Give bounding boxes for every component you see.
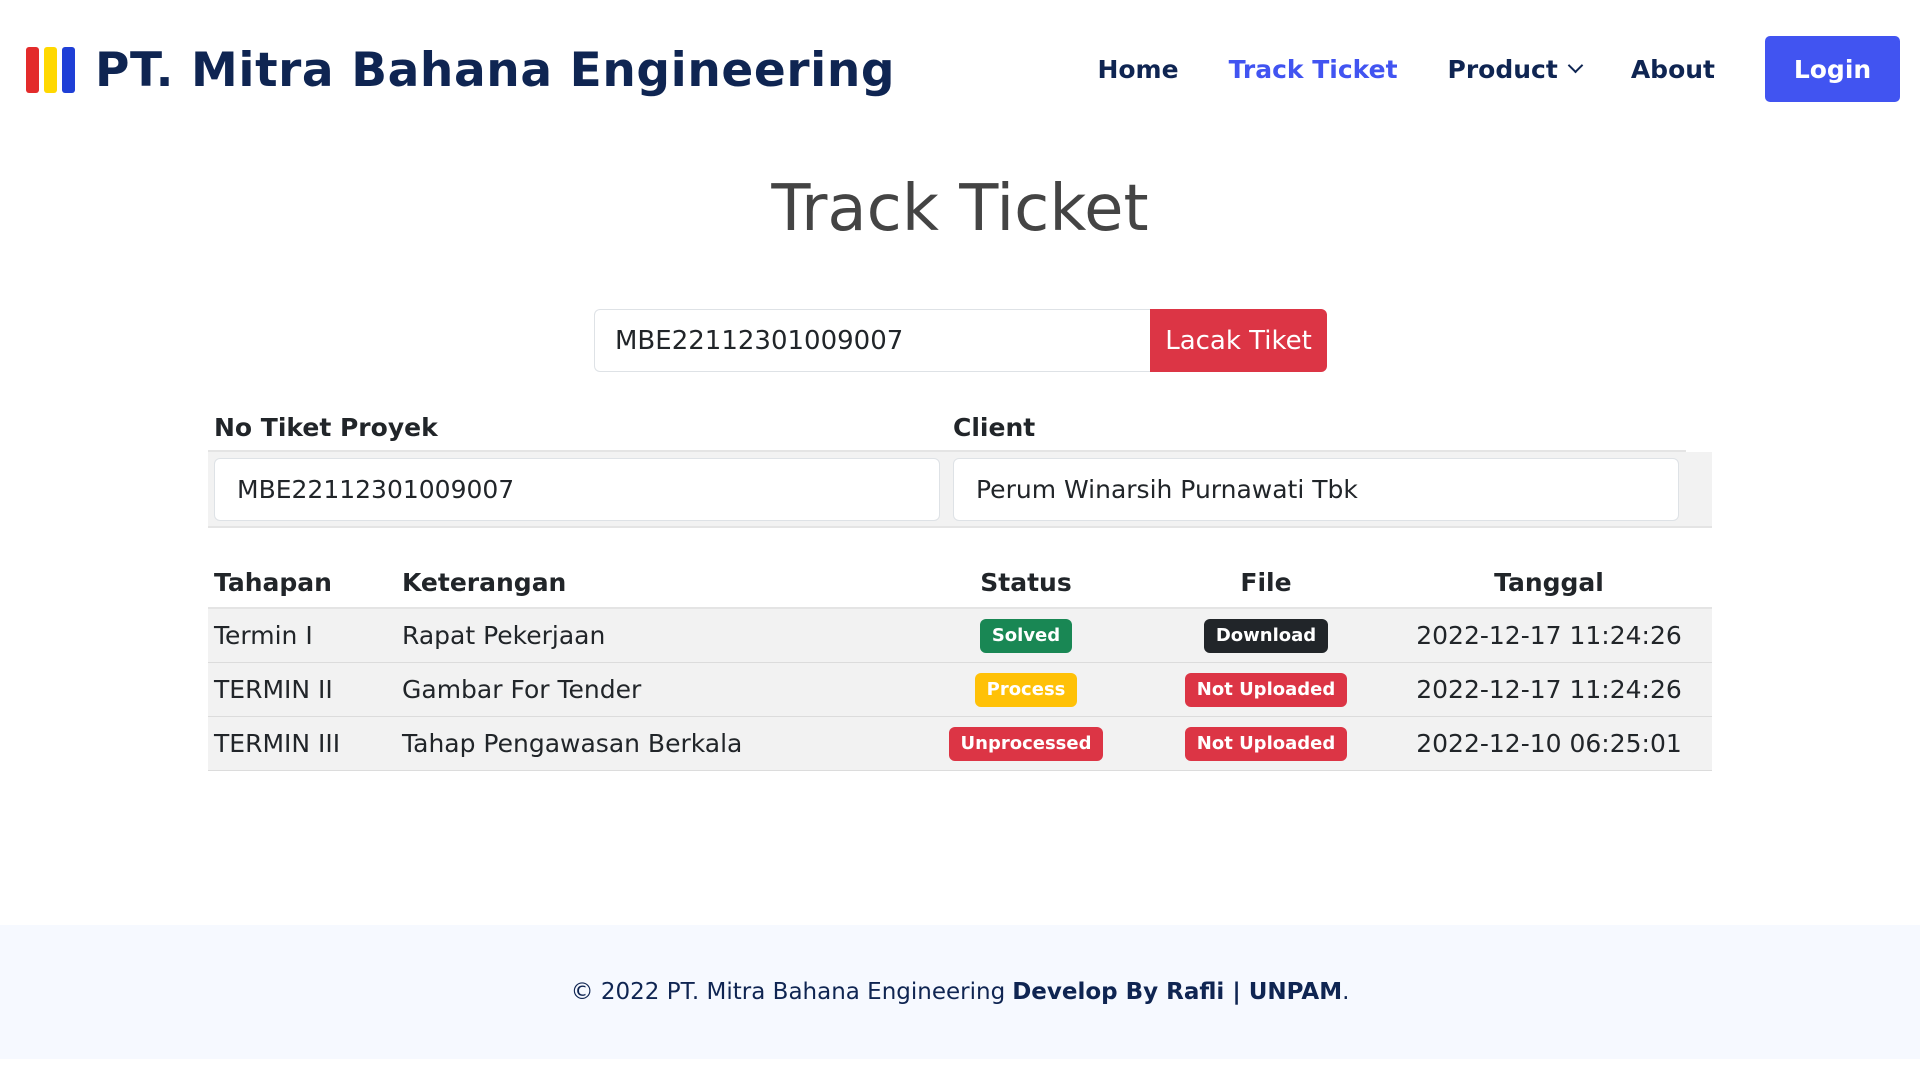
description-cell: Tahap Pengawasan Berkala	[396, 716, 906, 771]
file-cell: Not Uploaded	[1146, 716, 1386, 771]
column-header-file: File	[1146, 558, 1386, 609]
status-cell: Unprocessed	[906, 716, 1146, 771]
nav-product-label: Product	[1447, 54, 1558, 84]
file-status-badge: Not Uploaded	[1184, 672, 1348, 707]
date-cell: 2022-12-17 11:24:26	[1386, 608, 1712, 663]
description-cell: Rapat Pekerjaan	[396, 608, 906, 663]
file-status-badge: Not Uploaded	[1184, 726, 1348, 761]
stages-table: Tahapan Keterangan Status File Tanggal T…	[208, 558, 1712, 771]
main-nav: Home Track Ticket Product About Login	[1097, 36, 1920, 102]
nav-about[interactable]: About	[1631, 55, 1715, 84]
nav-home[interactable]: Home	[1097, 55, 1178, 84]
column-header-status: Status	[906, 558, 1146, 609]
ticket-info-row: MBE22112301009007 Perum Winarsih Purnawa…	[208, 452, 1712, 528]
table-row: Termin I Rapat Pekerjaan Solved Download…	[208, 608, 1712, 663]
nav-track-ticket[interactable]: Track Ticket	[1229, 55, 1398, 84]
ticket-info-header: No Tiket Proyek Client	[208, 404, 1686, 452]
ticket-number-field: MBE22112301009007	[214, 457, 940, 521]
footer-period: .	[1342, 979, 1350, 1005]
nav-product[interactable]: Product	[1447, 54, 1584, 84]
status-cell: Process	[906, 662, 1146, 717]
status-badge: Process	[974, 672, 1078, 707]
stage-cell: TERMIN II	[208, 662, 396, 717]
chevron-down-icon	[1567, 57, 1584, 73]
download-button[interactable]: Download	[1203, 618, 1329, 653]
brand-name: PT. Mitra Bahana Engineering	[95, 42, 896, 98]
description-cell: Gambar For Tender	[396, 662, 906, 717]
ticket-number-label: No Tiket Proyek	[214, 412, 438, 442]
footer-credit: Develop By Rafli | UNPAM	[1012, 979, 1343, 1005]
footer-copyright: © 2022 PT. Mitra Bahana Engineering	[570, 979, 1006, 1005]
date-cell: 2022-12-10 06:25:01	[1386, 716, 1712, 771]
table-row: TERMIN II Gambar For Tender Process Not …	[208, 662, 1712, 717]
column-header-keterangan: Keterangan	[396, 558, 906, 609]
client-field: Perum Winarsih Purnawati Tbk	[953, 457, 1679, 521]
ticket-search-input[interactable]	[594, 309, 1150, 372]
ticket-info-table: No Tiket Proyek Client MBE22112301009007…	[208, 404, 1712, 528]
login-button[interactable]: Login	[1765, 36, 1900, 102]
page-title: Track Ticket	[771, 172, 1149, 246]
stage-cell: Termin I	[208, 608, 396, 663]
file-cell: Download	[1146, 608, 1386, 663]
column-header-tanggal: Tanggal	[1386, 558, 1712, 609]
ticket-search-form: Lacak Tiket	[594, 309, 1327, 372]
stage-cell: TERMIN III	[208, 716, 396, 771]
table-row: TERMIN III Tahap Pengawasan Berkala Unpr…	[208, 716, 1712, 771]
brand-link[interactable]: PT. Mitra Bahana Engineering	[26, 40, 895, 100]
site-footer: © 2022 PT. Mitra Bahana Engineering Deve…	[0, 925, 1920, 1059]
client-label: Client	[953, 412, 1036, 442]
file-cell: Not Uploaded	[1146, 662, 1386, 717]
status-cell: Solved	[906, 608, 1146, 663]
column-header-tahapan: Tahapan	[208, 558, 396, 609]
track-ticket-button[interactable]: Lacak Tiket	[1150, 309, 1327, 372]
company-logo-icon	[26, 47, 75, 93]
status-badge: Unprocessed	[948, 726, 1104, 761]
site-header: PT. Mitra Bahana Engineering Home Track …	[0, 0, 1920, 140]
stages-header-row: Tahapan Keterangan Status File Tanggal	[208, 558, 1712, 609]
status-badge: Solved	[979, 618, 1073, 653]
date-cell: 2022-12-17 11:24:26	[1386, 662, 1712, 717]
